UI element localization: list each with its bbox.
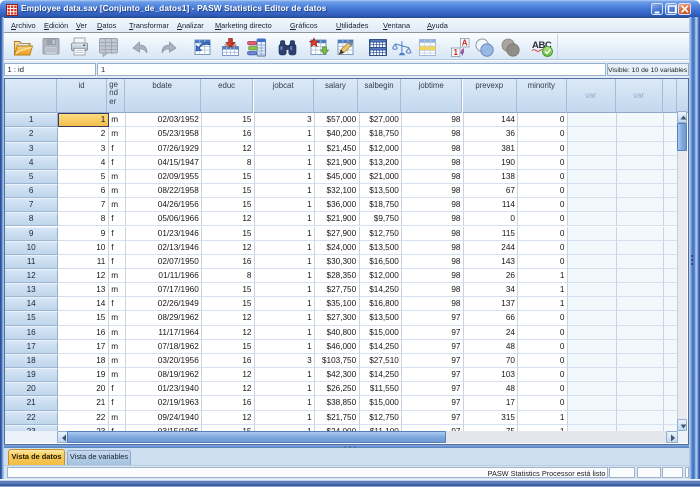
svg-text:A: A <box>461 38 467 47</box>
svg-text:1: 1 <box>453 47 458 56</box>
